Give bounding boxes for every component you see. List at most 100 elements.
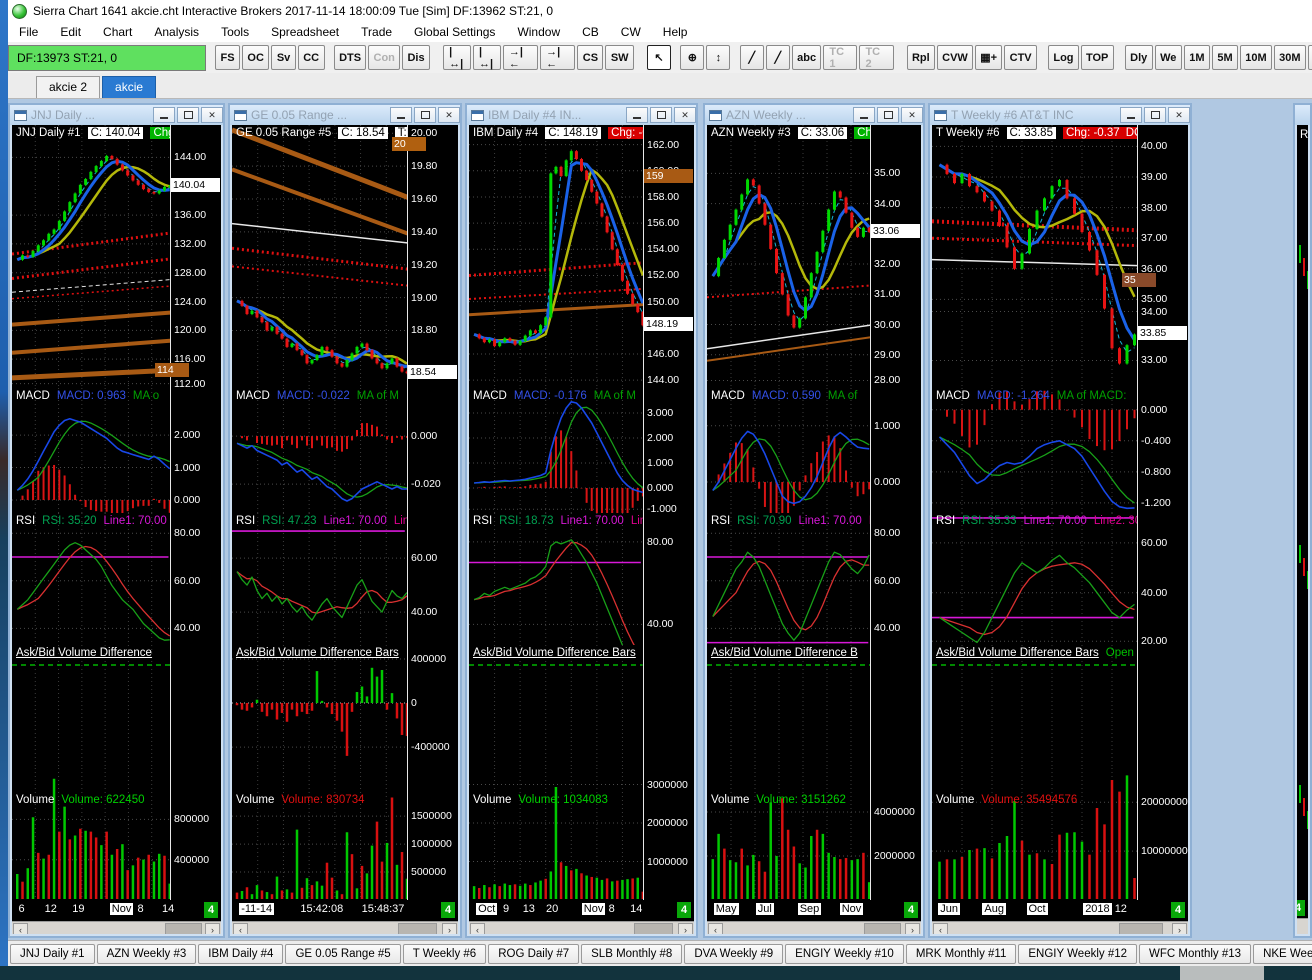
close-button[interactable]: ✕: [901, 107, 923, 123]
rsi-scale[interactable]: 80.00 60.00 40.00: [870, 513, 921, 645]
time-scale[interactable]: Jun Aug Oct 2018 12 4: [932, 900, 1188, 921]
restore-button[interactable]: [877, 107, 899, 123]
restore-button[interactable]: [414, 107, 436, 123]
chart-window-title-bar[interactable]: JNJ Daily ... ✕: [10, 105, 223, 125]
toolbar-button-rpl[interactable]: Rpl: [906, 45, 936, 70]
chart-tab-dva-weekly-9[interactable]: DVA Weekly #9: [684, 943, 784, 964]
askbid-scale[interactable]: [643, 645, 694, 768]
time-scale[interactable]: May Jul Sep Nov 4: [707, 900, 921, 921]
scroll-left-arrow[interactable]: ‹: [708, 923, 723, 934]
chart-tab-azn-weekly-3[interactable]: AZN Weekly #3: [96, 943, 197, 964]
toolbar-button-fs[interactable]: FS: [215, 45, 241, 70]
menu-item-analysis[interactable]: Analysis: [143, 23, 210, 41]
toolbar-button-con[interactable]: Con: [368, 45, 401, 70]
toolbar-button-tc1[interactable]: TC 1: [823, 45, 858, 70]
horizontal-scrollbar[interactable]: ‹ ›: [232, 921, 458, 934]
menu-item-window[interactable]: Window: [506, 23, 571, 41]
toolbar-button-1m[interactable]: 1M: [1183, 45, 1210, 70]
rsi-scale[interactable]: 60.00 40.00 20.00: [1137, 513, 1188, 645]
toolbar-button-dly[interactable]: Dly: [1124, 45, 1153, 70]
price-scale[interactable]: 162.00160.00158.00156.00154.00152.00150.…: [643, 125, 694, 388]
toolbar-button-1h[interactable]: 1H: [1307, 45, 1312, 70]
chartbook-tab-akcie-2[interactable]: akcie 2: [36, 76, 101, 98]
bar-spacing-increase-icon[interactable]: |↔|: [443, 45, 471, 70]
toolbar-button-log[interactable]: Log: [1048, 45, 1079, 70]
macd-scale[interactable]: 0.000 -0.020: [407, 388, 458, 513]
close-button[interactable]: ✕: [438, 107, 460, 123]
time-scale[interactable]: Oct 9 13 20 Nov 8 14 4: [469, 900, 694, 921]
volume-scale[interactable]: 20000000 10000000: [1137, 768, 1188, 900]
scroll-thumb[interactable]: [863, 923, 901, 934]
chartbook-tab-akcie[interactable]: akcie: [102, 76, 157, 98]
chart-window-title-bar[interactable]: AZN Weekly ... ✕: [705, 105, 923, 125]
macd-scale[interactable]: 3.000 2.000 1.000 0.000 -1.000: [643, 388, 694, 513]
menu-item-tools[interactable]: Tools: [210, 23, 260, 41]
toolbar-button-cc[interactable]: CC: [297, 45, 325, 70]
scroll-right-arrow[interactable]: ›: [205, 923, 220, 934]
chart-tab-slb-monthly-8[interactable]: SLB Monthly #8: [581, 943, 683, 964]
toolbar-button-oc[interactable]: OC: [242, 45, 270, 70]
chart-window-title-bar[interactable]: IBM Daily #4 IN... ✕: [467, 105, 696, 125]
menu-item-cw[interactable]: CW: [610, 23, 652, 41]
close-button[interactable]: ✕: [674, 107, 696, 123]
toolbar-button-ctv[interactable]: CTV: [1004, 45, 1037, 70]
menu-item-edit[interactable]: Edit: [49, 23, 92, 41]
minimize-button[interactable]: [626, 107, 648, 123]
compress-right-icon[interactable]: →|←: [540, 45, 576, 70]
horizontal-scrollbar[interactable]: ‹ ›: [932, 921, 1188, 934]
scroll-left-arrow[interactable]: ‹: [233, 923, 248, 934]
scroll-right-arrow[interactable]: ›: [1172, 923, 1187, 934]
chart-window-title-bar[interactable]: [1295, 105, 1310, 125]
toolbar-button-sw[interactable]: SW: [605, 45, 634, 70]
toolbar-button-cvw[interactable]: CVW: [937, 45, 973, 70]
minimize-button[interactable]: [1120, 107, 1142, 123]
toolbar-button-30m[interactable]: 30M: [1273, 45, 1306, 70]
price-scale[interactable]: 20.00 19.80 19.60 19.40 19.20 19.00 18.80 18.54…: [392, 125, 458, 388]
scroll-left-arrow[interactable]: ‹: [13, 923, 28, 934]
minimize-button[interactable]: [853, 107, 875, 123]
chart-tab-t-weekly-6[interactable]: T Weekly #6: [402, 943, 487, 964]
chart-tab-engiy-weekly-10[interactable]: ENGIY Weekly #10: [785, 943, 904, 964]
askbid-scale[interactable]: 400000 0 -400000: [407, 645, 458, 768]
minimize-button[interactable]: [390, 107, 412, 123]
price-scale[interactable]: 35.00 34.00 32.00 31.00 30.00 29.00 28.00 33.06: [870, 125, 921, 388]
vertical-line-tool-icon[interactable]: ↕: [706, 45, 731, 70]
time-scale[interactable]: 4: [1297, 898, 1308, 919]
toolbar-button-tc2[interactable]: TC 2: [859, 45, 894, 70]
menu-item-cb[interactable]: CB: [571, 23, 610, 41]
volume-scale[interactable]: 800000 400000: [170, 768, 221, 900]
chart-window-title-bar[interactable]: GE 0.05 Range ... ✕: [230, 105, 460, 125]
scroll-thumb[interactable]: [633, 923, 673, 934]
compress-left-icon[interactable]: →|←: [502, 45, 539, 70]
rsi-scale[interactable]: 80.00 40.00: [643, 513, 694, 645]
chart-tab-ibm-daily-4[interactable]: IBM Daily #4: [198, 943, 284, 964]
time-scale[interactable]: -11-14 15:42:08 15:48:37 4: [232, 900, 458, 921]
chart-tab-wfc-monthly-13[interactable]: WFC Monthly #13: [1139, 943, 1252, 964]
toolbar-button-abc[interactable]: abc: [791, 45, 822, 70]
chart-tab-engiy-weekly-12[interactable]: ENGIY Weekly #12: [1018, 943, 1138, 964]
toolbar-button-cs[interactable]: CS: [577, 45, 604, 70]
rsi-scale[interactable]: 60.00 40.00: [407, 513, 458, 645]
scroll-thumb[interactable]: [1119, 923, 1164, 934]
menu-item-help[interactable]: Help: [652, 23, 699, 41]
scroll-thumb[interactable]: [165, 923, 202, 934]
menu-item-trade[interactable]: Trade: [350, 23, 403, 41]
toolbar-button-dis[interactable]: Dis: [402, 45, 430, 70]
askbid-scale[interactable]: [170, 645, 221, 768]
restore-button[interactable]: [177, 107, 199, 123]
toolbar-button-5m[interactable]: 5M: [1211, 45, 1239, 70]
scroll-left-arrow[interactable]: ‹: [470, 923, 485, 934]
pointer-cursor-icon[interactable]: ↖: [647, 45, 671, 70]
ray-tool-icon[interactable]: ╱: [765, 45, 790, 70]
close-button[interactable]: ✕: [201, 107, 223, 123]
menu-item-global-settings[interactable]: Global Settings: [403, 23, 506, 41]
chart-window-title-bar[interactable]: T Weekly #6 AT&T INC ✕: [930, 105, 1190, 125]
menu-item-chart[interactable]: Chart: [92, 23, 143, 41]
close-button[interactable]: ✕: [1168, 107, 1190, 123]
toolbar-button-top[interactable]: TOP: [1080, 45, 1114, 70]
horizontal-scrollbar[interactable]: [1297, 918, 1308, 934]
chart-tab-ge-0-05-range-5[interactable]: GE 0.05 Range #5: [285, 943, 401, 964]
toolbar-button-we[interactable]: We: [1154, 45, 1182, 70]
chart-tab-jnj-daily-1[interactable]: JNJ Daily #1: [10, 943, 95, 964]
restore-button[interactable]: [650, 107, 672, 123]
